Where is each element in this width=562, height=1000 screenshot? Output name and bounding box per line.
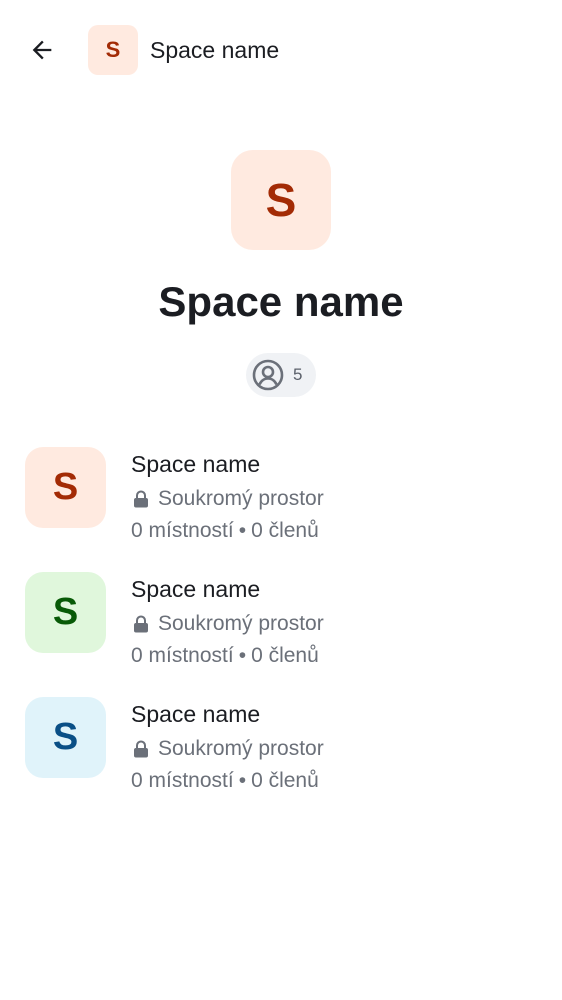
stats-separator: • [238,644,247,667]
member-count-chip[interactable]: 5 [246,353,316,397]
space-stats: 0 místností • 0 členů [131,517,319,545]
space-members-count: 0 členů [251,769,319,792]
space-privacy: Soukromý prostor [131,610,324,638]
space-stats: 0 místností • 0 členů [131,642,319,670]
arrow-left-icon [32,40,52,60]
space-list: S Space name Soukromý prostor 0 místnost… [0,440,562,815]
space-name: Space name [131,701,261,727]
space-rooms-count: 0 místností [131,644,234,667]
space-list-item[interactable]: S Space name Soukromý prostor 0 místnost… [0,440,562,565]
space-name: Space name [131,451,261,477]
space-list-item[interactable]: S Space name Soukromý prostor 0 místnost… [0,565,562,690]
lock-icon [134,740,148,758]
space-privacy: Soukromý prostor [131,735,324,763]
space-members-count: 0 členů [251,519,319,542]
space-privacy-label: Soukromý prostor [158,612,324,635]
stats-separator: • [238,769,247,792]
space-avatar: S [25,447,106,528]
lock-icon [134,615,148,633]
topbar-title: Space name [150,37,280,63]
space-avatar: S [25,572,106,653]
space-stats: 0 místností • 0 členů [131,767,319,795]
user-profile-icon [252,359,284,391]
space-avatar: S [25,697,106,778]
page-title: Space name [158,278,404,325]
member-count: 5 [293,365,303,384]
space-rooms-count: 0 místností [131,769,234,792]
stats-separator: • [238,519,247,542]
space-privacy-label: Soukromý prostor [158,737,324,760]
space-avatar-large: S [231,150,331,250]
top-app-bar: S Space name [0,0,562,100]
space-list-item[interactable]: S Space name Soukromý prostor 0 místnost… [0,690,562,815]
lock-icon [134,490,148,508]
space-members-count: 0 členů [251,644,319,667]
space-privacy: Soukromý prostor [131,485,324,513]
space-privacy-label: Soukromý prostor [158,487,324,510]
space-rooms-count: 0 místností [131,519,234,542]
back-button[interactable] [20,28,64,72]
space-avatar-small: S [88,25,138,75]
space-name: Space name [131,576,261,602]
